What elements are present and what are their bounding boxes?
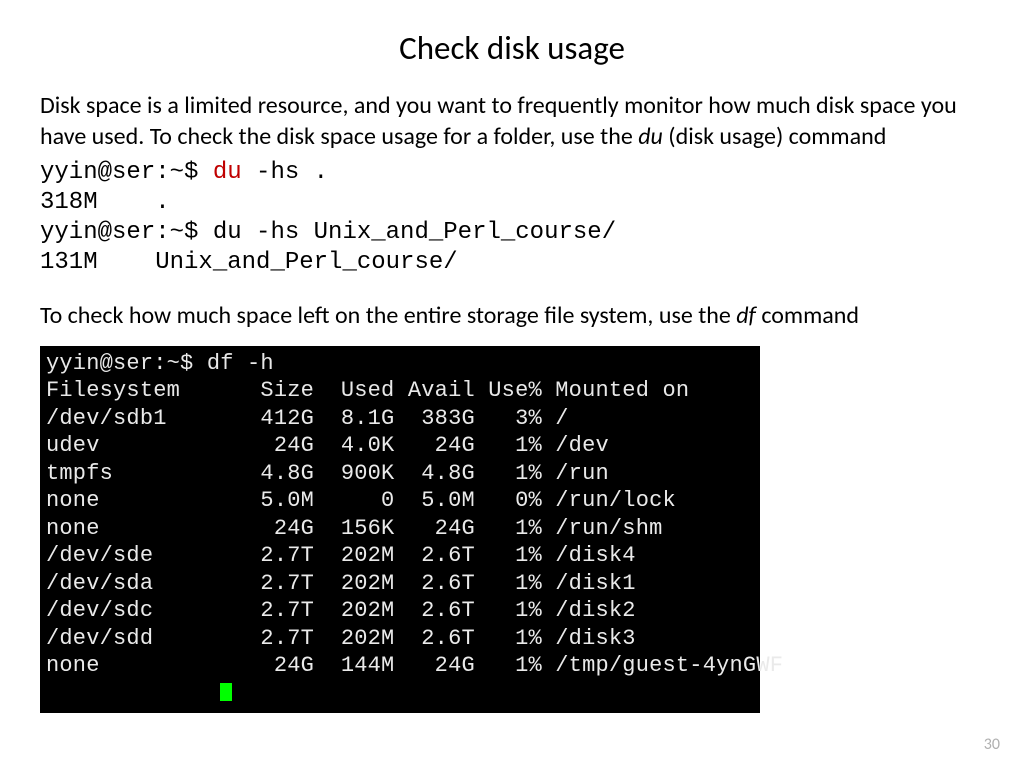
slide: Check disk usage Disk space is a limited…: [0, 0, 1024, 768]
terminal-output: yyin@ser:~$ df -h Filesystem Size Used A…: [40, 346, 760, 714]
cursor-icon: [220, 683, 232, 701]
table-row: tmpfs 4.8G 900K 4.8G 1% /run: [46, 461, 609, 486]
term-head: Filesystem Size Used Avail Use% Mounted …: [46, 378, 689, 403]
intro-text-c: (disk usage) command: [663, 122, 886, 151]
du-output-2: 131M Unix_and_Perl_course/: [40, 249, 458, 276]
du-line-2: yyin@ser:~$ du -hs Unix_and_Perl_course/: [40, 219, 616, 246]
table-row: /dev/sda 2.7T 202M 2.6T 1% /disk1: [46, 571, 636, 596]
term-cmd: yyin@ser:~$ df -h: [46, 351, 274, 376]
page-number: 30: [984, 735, 1000, 754]
df-paragraph: To check how much space left on the enti…: [40, 300, 984, 331]
table-row: none 24G 144M 24G 1% /tmp/guest-4ynGWF: [46, 653, 783, 678]
prompt-1c: -hs .: [242, 159, 328, 186]
df-text-c: command: [756, 301, 859, 330]
table-row: /dev/sdc 2.7T 202M 2.6T 1% /disk2: [46, 598, 636, 623]
df-text-a: To check how much space left on the enti…: [40, 301, 736, 330]
table-row: /dev/sde 2.7T 202M 2.6T 1% /disk4: [46, 543, 636, 568]
table-row: none 5.0M 0 5.0M 0% /run/lock: [46, 488, 676, 513]
slide-title: Check disk usage: [40, 28, 984, 68]
du-example: yyin@ser:~$ du -hs . 318M . yyin@ser:~$ …: [40, 158, 984, 278]
du-command-red: du: [213, 159, 242, 186]
table-row: /dev/sdd 2.7T 202M 2.6T 1% /disk3: [46, 626, 636, 651]
du-output-1: 318M .: [40, 189, 170, 216]
table-row: udev 24G 4.0K 24G 1% /dev: [46, 433, 609, 458]
table-row: /dev/sdb1 412G 8.1G 383G 3% /: [46, 406, 569, 431]
prompt-1a: yyin@ser:~$: [40, 159, 213, 186]
table-row: none 24G 156K 24G 1% /run/shm: [46, 516, 663, 541]
df-italic: df: [736, 301, 756, 330]
du-italic: du: [638, 122, 663, 151]
intro-paragraph: Disk space is a limited resource, and yo…: [40, 90, 984, 152]
